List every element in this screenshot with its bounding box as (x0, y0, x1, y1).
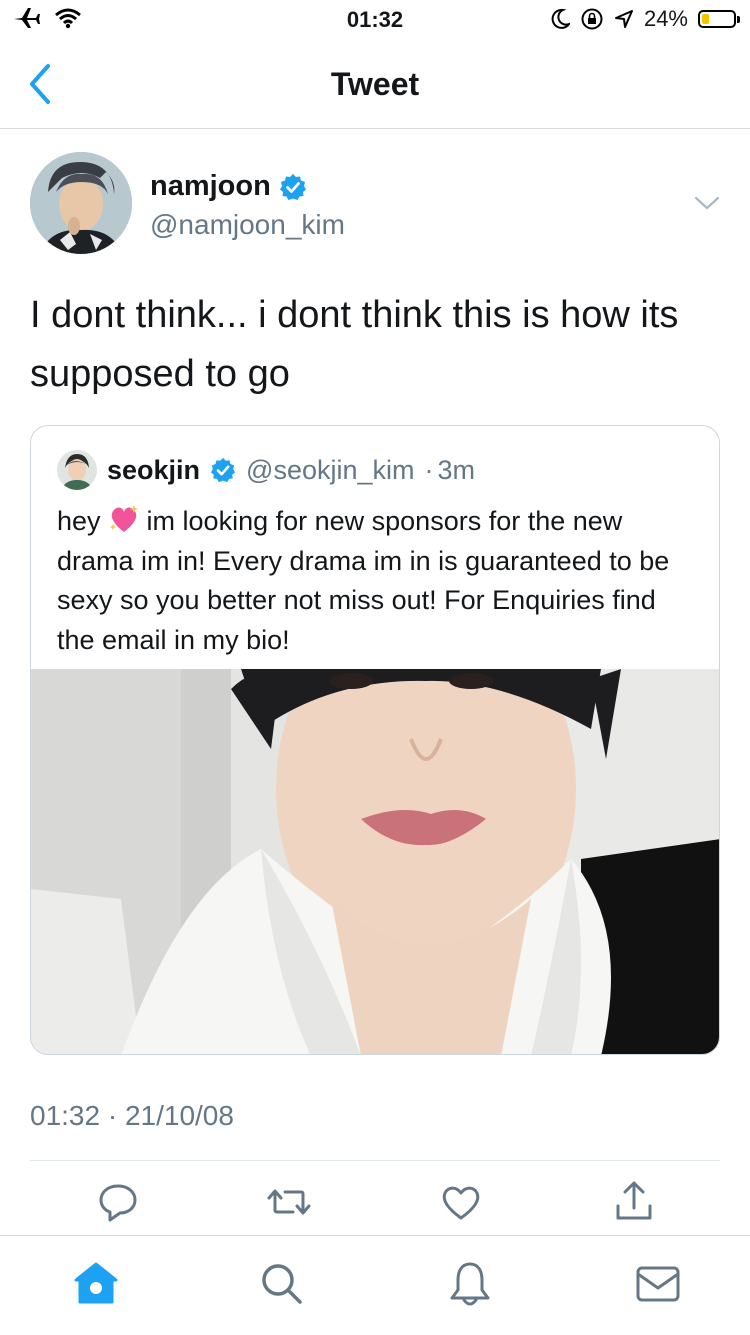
quoted-separator: · (424, 454, 434, 485)
quoted-tweet-card[interactable]: seokjin @seokjin_kim · 3m hey im looking… (30, 425, 720, 1055)
author-avatar[interactable] (30, 152, 132, 254)
retweet-icon (267, 1189, 311, 1215)
share-button[interactable] (610, 1178, 658, 1226)
nav-bar: Tweet (0, 40, 750, 129)
tab-search[interactable] (256, 1258, 308, 1310)
moon-icon (551, 8, 570, 29)
verified-badge-icon (210, 457, 236, 483)
quoted-tweet-text: hey im looking for new sponsors for the … (57, 502, 697, 660)
like-button[interactable] (437, 1178, 485, 1226)
messages-icon (636, 1266, 680, 1302)
rotation-lock-icon (581, 8, 603, 30)
author-name: namjoon (150, 170, 271, 202)
search-icon (262, 1264, 302, 1304)
quoted-author-avatar (57, 450, 97, 490)
location-icon (614, 10, 633, 28)
chevron-down-icon (694, 196, 720, 210)
home-icon (74, 1262, 118, 1304)
sparkling-heart-icon (109, 505, 138, 532)
notifications-icon (450, 1262, 490, 1306)
author-block[interactable]: namjoon @namjoon_kim (150, 170, 345, 241)
reply-icon (99, 1184, 137, 1222)
tweet-options-button[interactable] (694, 190, 720, 216)
battery-percent: 24% (643, 6, 688, 31)
battery-level (702, 14, 710, 24)
tweet-text: I dont think... i dont think this is how… (30, 294, 679, 395)
quoted-tweet-image[interactable] (31, 599, 719, 1054)
tweet-timestamp: 01:32 · 21/10/08 (30, 1100, 234, 1131)
tab-notifications[interactable] (444, 1258, 496, 1310)
retweet-button[interactable] (265, 1178, 313, 1226)
author-handle: @namjoon_kim (150, 209, 345, 240)
quoted-age: 3m (437, 454, 476, 485)
quoted-author-handle: @seokjin_kim (246, 454, 415, 485)
quoted-tweet-header: seokjin @seokjin_kim · 3m (57, 450, 475, 490)
battery-icon (698, 10, 740, 28)
author-name-row: namjoon (150, 170, 345, 203)
tab-home[interactable] (70, 1258, 122, 1310)
tab-messages[interactable] (632, 1258, 684, 1310)
share-icon (616, 1181, 652, 1220)
tab-bar (0, 1235, 750, 1335)
quoted-author-name: seokjin (107, 454, 201, 485)
status-right: 24% (550, 6, 740, 32)
verified-badge-icon (279, 173, 306, 200)
reply-button[interactable] (94, 1178, 142, 1226)
like-icon (442, 1186, 480, 1220)
quoted-text-rest: im looking for new sponsors for the new … (57, 506, 670, 655)
status-bar: 01:32 24% (0, 0, 750, 40)
divider (30, 1160, 720, 1161)
quoted-text-start: hey (57, 506, 101, 536)
page-title: Tweet (330, 66, 420, 102)
tweet-action-bar (0, 1178, 750, 1230)
